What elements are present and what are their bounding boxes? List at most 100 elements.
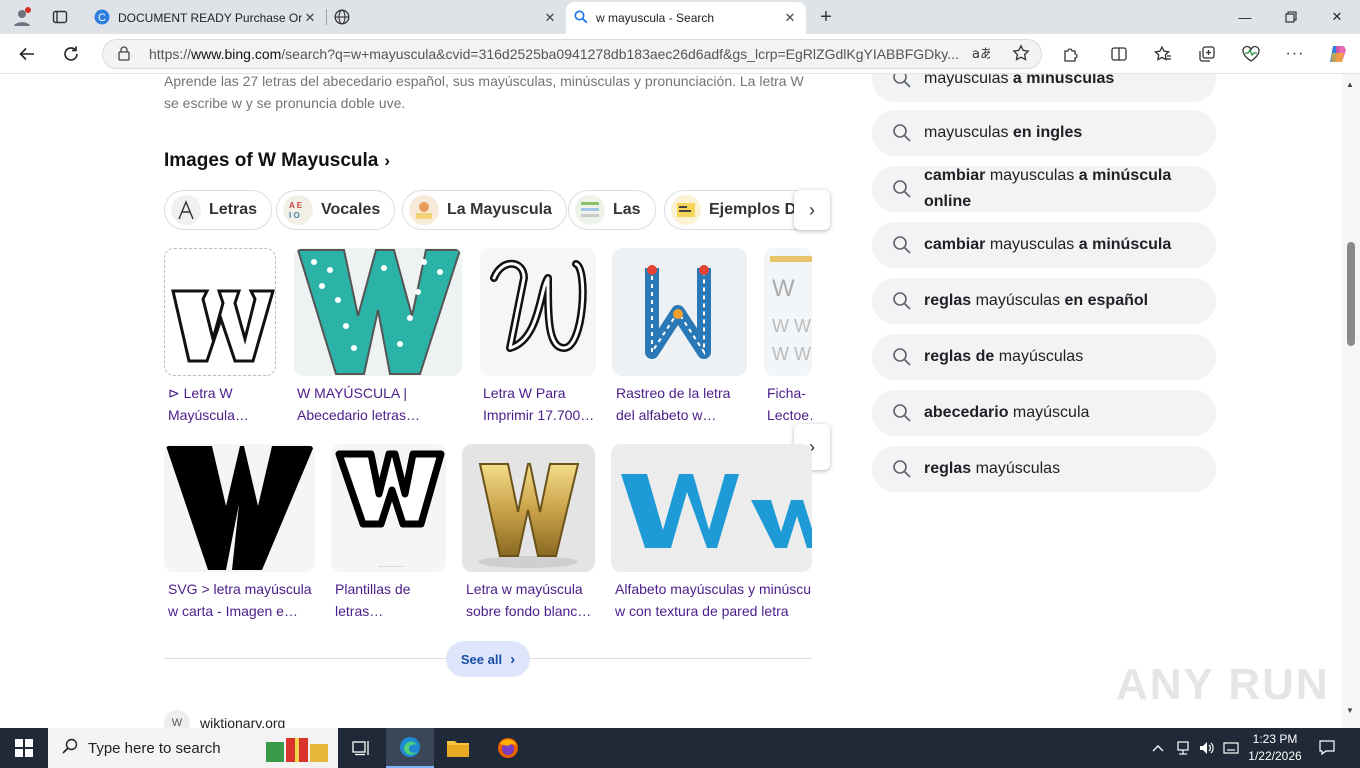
new-tab-button[interactable]: + <box>812 4 840 30</box>
chip-letras[interactable]: Letras <box>164 190 273 230</box>
notification-icon[interactable] <box>1316 739 1338 756</box>
next-result-site[interactable]: wiktionary.org <box>200 715 285 728</box>
image-result-1[interactable] <box>164 248 276 376</box>
network-icon[interactable] <box>1174 740 1192 756</box>
image-caption-2[interactable]: W MAYÚSCULA | Abecedario letras… <box>297 382 463 426</box>
volume-icon[interactable] <box>1198 740 1216 756</box>
edge-taskbar-icon[interactable] <box>386 728 434 768</box>
image-result-2[interactable] <box>294 248 462 376</box>
svg-text:···············: ··············· <box>379 564 404 570</box>
input-indicator-icon[interactable] <box>1222 740 1240 756</box>
refresh-icon[interactable] <box>56 40 86 68</box>
image-result-5[interactable]: W W W W W <box>764 248 812 376</box>
image-result-9[interactable] <box>611 444 812 572</box>
scrollbar-thumb[interactable] <box>1347 242 1355 346</box>
svg-text:I O: I O <box>289 211 300 220</box>
clock-date: 1/22/2026 <box>1248 749 1302 763</box>
puzzle-icon[interactable] <box>1058 42 1084 66</box>
search-icon <box>893 404 911 422</box>
image-result-7[interactable]: ··············· <box>331 444 446 572</box>
search-icon <box>893 180 911 198</box>
tab-blank[interactable]: ✕ <box>326 2 566 34</box>
page-scrollbar[interactable]: ▲ ▼ <box>1342 74 1360 728</box>
image-result-8[interactable] <box>462 444 595 572</box>
collections-icon[interactable] <box>1194 42 1220 66</box>
taskbar-clock[interactable]: 1:23 PM 1/22/2026 <box>1240 731 1310 765</box>
search-icon <box>574 10 588 27</box>
address-input[interactable]: https://www.bing.com/search?q=w+mayuscul… <box>102 39 1042 69</box>
lock-icon[interactable] <box>117 45 137 64</box>
read-aloud-icon[interactable]: aあ <box>961 45 1001 64</box>
profile-icon[interactable] <box>8 4 36 30</box>
chips-next-button[interactable]: › <box>794 190 830 230</box>
split-screen-icon[interactable] <box>1106 42 1132 66</box>
favorites-icon[interactable] <box>1150 42 1176 66</box>
star-icon[interactable] <box>1001 43 1041 65</box>
next-result-source[interactable]: W wiktionary.org <box>164 710 285 728</box>
chip-la-mayuscula[interactable]: La Mayuscula <box>402 190 567 230</box>
related-search-2[interactable]: mayusculas en ingles <box>872 110 1216 156</box>
images-heading[interactable]: Images of W Mayuscula › <box>164 150 390 172</box>
image-caption-4[interactable]: Rastreo de la letra del alfabeto w… <box>616 382 748 426</box>
scroll-up-icon[interactable]: ▲ <box>1346 80 1354 89</box>
related-search-text: reglas mayúsculas en español <box>924 292 1149 309</box>
tab-w-mayuscula[interactable]: w mayuscula - Search ✕ <box>566 2 806 34</box>
minimize-button[interactable]: — <box>1222 0 1268 34</box>
tab-document-ready[interactable]: C DOCUMENT READY Purchase Order ✕ <box>86 2 326 34</box>
firefox-icon[interactable] <box>484 728 532 768</box>
chip-vocales[interactable]: A EI O Vocales <box>276 190 396 230</box>
image-caption-8[interactable]: Letra w mayúscula sobre fondo blanc… <box>466 578 596 622</box>
image-caption-9[interactable]: Alfabeto mayúsculas y minúscu w con text… <box>615 578 813 622</box>
file-explorer-icon[interactable] <box>434 728 482 768</box>
image-result-6[interactable] <box>164 444 315 572</box>
gifts-search-highlight-icon <box>262 732 332 768</box>
chip-thumbnail <box>671 195 701 225</box>
taskbar-search-box[interactable]: Type here to search <box>48 728 338 768</box>
related-search-text: reglas de mayúsculas <box>924 348 1084 365</box>
related-search-4[interactable]: cambiar mayusculas a minúscula <box>872 222 1216 268</box>
search-icon <box>893 292 911 310</box>
image-caption-3[interactable]: Letra W Para Imprimir 17.700… <box>483 382 597 426</box>
chevron-up-icon[interactable] <box>1150 740 1166 756</box>
see-all-label: See all <box>460 651 503 667</box>
taskbar-search-placeholder: Type here to search <box>88 739 221 757</box>
task-view-icon[interactable] <box>338 728 386 768</box>
tab-actions-icon[interactable] <box>46 4 74 30</box>
related-search-8[interactable]: reglas mayúsculas <box>872 446 1216 492</box>
chip-label: Letras <box>209 201 258 218</box>
related-search-1[interactable]: mayusculas a minusculas <box>872 74 1216 102</box>
image-result-3[interactable] <box>480 248 596 376</box>
close-icon[interactable]: ✕ <box>542 10 558 26</box>
chip-ejemplos-de[interactable]: Ejemplos De <box>664 190 812 230</box>
svg-text:aあ: aあ <box>972 47 990 61</box>
image-caption-6[interactable]: SVG > letra mayúscula w carta - Imagen e… <box>168 578 316 622</box>
globe-icon <box>334 9 350 28</box>
search-icon <box>62 738 78 759</box>
heart-pulse-icon[interactable] <box>1238 42 1264 66</box>
see-all-button[interactable]: See all › <box>446 641 530 677</box>
image-caption-1[interactable]: ⊳ Letra W Mayúscula… <box>168 382 278 426</box>
back-arrow-icon[interactable] <box>12 40 42 68</box>
related-search-6[interactable]: reglas de mayúsculas <box>872 334 1216 380</box>
close-icon[interactable]: ✕ <box>782 10 798 26</box>
copilot-icon[interactable] <box>1325 42 1351 66</box>
close-icon[interactable]: ✕ <box>302 10 318 26</box>
image-result-4[interactable] <box>612 248 747 376</box>
image-caption-5[interactable]: Ficha-Lectoe… <box>767 382 812 426</box>
chip-las[interactable]: Las <box>568 190 656 230</box>
more-icon[interactable]: ··· <box>1282 42 1308 66</box>
related-search-text: reglas mayúsculas <box>924 460 1061 477</box>
image-caption-7[interactable]: Plantillas de letras… <box>335 578 447 622</box>
clock-time: 1:23 PM <box>1252 732 1298 746</box>
related-search-5[interactable]: reglas mayúsculas en español <box>872 278 1216 324</box>
images-heading-link[interactable]: Images of W Mayuscula <box>164 150 378 171</box>
scroll-down-icon[interactable]: ▼ <box>1346 706 1354 715</box>
restore-button[interactable] <box>1268 0 1314 34</box>
related-search-text: mayusculas en ingles <box>924 124 1083 141</box>
svg-text:C: C <box>98 12 106 24</box>
windows-start-icon[interactable] <box>0 728 48 768</box>
chevron-right-icon: › <box>384 151 391 170</box>
close-window-button[interactable]: ✕ <box>1314 0 1360 34</box>
related-search-7[interactable]: abecedario mayúscula <box>872 390 1216 436</box>
related-search-3[interactable]: cambiar mayusculas a minúscula online <box>872 166 1216 212</box>
